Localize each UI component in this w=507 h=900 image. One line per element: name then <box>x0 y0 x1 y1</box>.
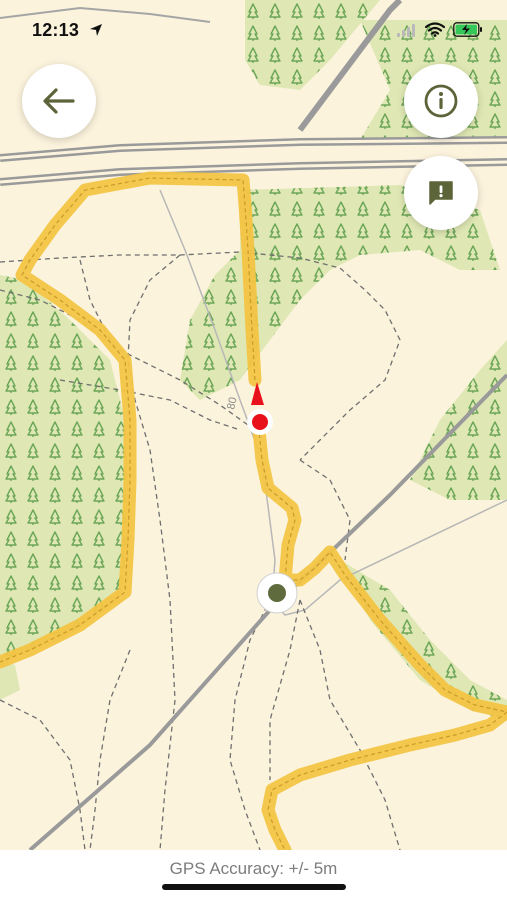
arrow-left-icon <box>43 88 75 114</box>
waypoint-marker[interactable] <box>256 572 298 614</box>
road-label: 80 <box>225 396 239 410</box>
home-indicator[interactable] <box>162 884 346 890</box>
status-time: 12:13 <box>32 20 80 40</box>
gps-accuracy-bar: GPS Accuracy: +/- 5m <box>0 850 507 900</box>
location-arrow-icon <box>90 24 102 36</box>
status-bar: 12:13 <box>0 0 507 56</box>
info-icon <box>424 84 458 118</box>
back-button[interactable] <box>22 64 96 138</box>
wifi-icon <box>425 22 445 37</box>
cellular-signal-icon <box>397 23 415 37</box>
report-issue-icon <box>429 181 453 205</box>
report-issue-button[interactable] <box>404 156 478 230</box>
info-button[interactable] <box>404 64 478 138</box>
battery-charging-icon <box>453 22 482 37</box>
gps-accuracy-text: GPS Accuracy: +/- 5m <box>169 859 338 878</box>
